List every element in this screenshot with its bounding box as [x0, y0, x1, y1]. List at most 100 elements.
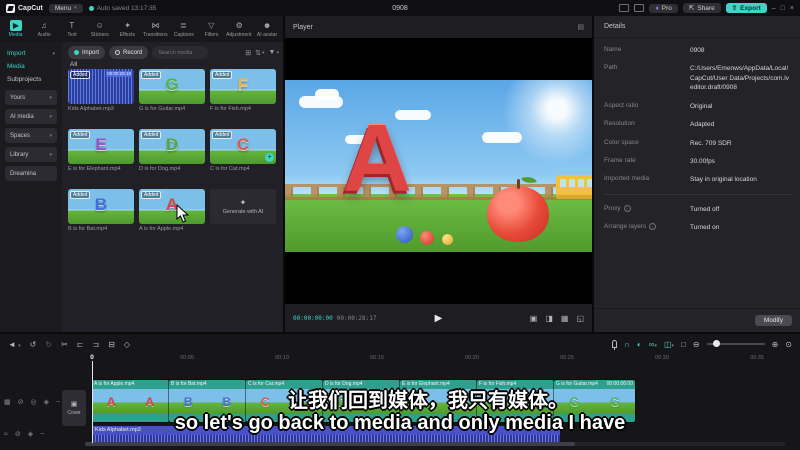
media-item-d[interactable]: D Added: [139, 129, 205, 164]
import-button[interactable]: Import: [68, 46, 106, 59]
player-controls: 00:00:00:00 00:00:28:17 ▶ ▣ ◨ ▦ ◱: [285, 304, 592, 332]
sidebar-item-import[interactable]: Import ▾: [5, 47, 57, 60]
timeline-zoom-slider[interactable]: [706, 340, 765, 347]
tab-label: Audio: [37, 32, 51, 38]
zoom-out-icon[interactable]: ⊖: [693, 340, 700, 349]
sidebar-item-dreamina[interactable]: Dreamina: [5, 166, 57, 181]
layout-preset-icon[interactable]: [634, 4, 645, 12]
tab-transitions[interactable]: ⋈ Transitions: [142, 20, 170, 38]
search-input[interactable]: [152, 46, 209, 59]
media-item-f[interactable]: F Added: [210, 69, 276, 104]
tab-filters[interactable]: ▽ Filters: [197, 20, 225, 38]
letter-thumbnail: E: [95, 135, 107, 155]
redo-button[interactable]: ↻: [45, 340, 52, 349]
tab-effects[interactable]: ✦ Effects: [114, 20, 142, 38]
tab-stickers[interactable]: ☺ Stickers: [86, 20, 114, 38]
sidebar-item-library[interactable]: Library ▾: [5, 147, 57, 162]
capcut-window: CapCut Menu ▾ Auto saved 13:17:35 0908 ♦…: [0, 0, 800, 450]
mirror-preview-icon[interactable]: ◨: [545, 314, 553, 323]
sort-dropdown[interactable]: ⇅ ▾: [255, 49, 264, 57]
tab-label: Transitions: [143, 32, 168, 38]
sidebar-item-ai-media[interactable]: AI media ▾: [5, 109, 57, 124]
play-button[interactable]: ▶: [435, 313, 443, 324]
info-icon[interactable]: i: [623, 204, 631, 212]
add-to-timeline-button[interactable]: +: [265, 153, 274, 162]
media-item-e[interactable]: E Added: [68, 129, 134, 164]
share-button[interactable]: ⇱ Share: [682, 3, 721, 13]
snapshot-icon[interactable]: ▣: [530, 314, 538, 323]
delete-left-button[interactable]: ⊏: [77, 340, 84, 349]
media-item-a[interactable]: A Added: [139, 189, 205, 224]
subtitle-line-en: so let's go back to media and only media…: [174, 412, 626, 434]
timeline-scrollbar[interactable]: [85, 442, 785, 446]
select-tool[interactable]: ◄ ▾: [8, 340, 21, 349]
menu-button[interactable]: Menu ▾: [48, 3, 83, 13]
layout-toggle-icon[interactable]: [619, 4, 630, 12]
preview-frame-icon[interactable]: □: [681, 340, 686, 349]
ai-avatar-icon: ☻: [262, 21, 272, 30]
pro-button[interactable]: ♦ Pro: [649, 3, 678, 13]
record-voiceover-icon[interactable]: [612, 340, 618, 350]
ratio-icon[interactable]: ▦: [561, 314, 569, 323]
sidebar-item-media[interactable]: Media: [5, 60, 57, 73]
minimize-button[interactable]: –: [772, 5, 776, 12]
detail-label: Imported media: [604, 175, 650, 183]
player-options-icon[interactable]: ▤: [577, 23, 584, 31]
generate-with-ai-button[interactable]: ✦ Generate with AI: [210, 189, 276, 224]
grid-view-icon[interactable]: ⊞: [245, 49, 251, 57]
tab-audio[interactable]: ♫ Audio: [30, 20, 58, 38]
sidebar-item-yours[interactable]: Yours ▾: [5, 90, 57, 105]
split-button[interactable]: ✂: [61, 340, 68, 349]
undo-button[interactable]: ↺: [30, 340, 37, 349]
sidebar-item-spaces[interactable]: Spaces ▾: [5, 128, 57, 143]
sidebar-label: AI media: [10, 113, 34, 120]
titlebar: CapCut Menu ▾ Auto saved 13:17:35 0908 ♦…: [0, 0, 800, 16]
tab-media[interactable]: ▶ Media: [2, 20, 30, 38]
fullscreen-icon[interactable]: ◱: [576, 314, 584, 323]
filter-dropdown[interactable]: ▼ ▾: [269, 49, 279, 56]
detail-row: Frame rate 30.00fps: [604, 157, 792, 166]
close-button[interactable]: ×: [790, 5, 794, 12]
media-item-name: B is for Bat.mp4: [68, 226, 108, 232]
media-item-audio[interactable]: Added 00:00:28:18: [68, 69, 134, 104]
tab-captions[interactable]: ≣ Captions: [169, 20, 197, 38]
media-icon: ▶: [9, 20, 22, 31]
zoom-in-icon[interactable]: ⊕: [772, 340, 779, 349]
auto-snap-icon[interactable]: ◐: [637, 340, 642, 349]
apple: [487, 174, 550, 242]
media-library: Import Record ⊞ ⇅ ▾ ▼ ▾ All Added 00:00:…: [62, 42, 283, 332]
media-item-b[interactable]: B Added: [68, 189, 134, 224]
media-item-g[interactable]: G Added: [139, 69, 205, 104]
export-label: Export: [740, 4, 761, 12]
timeline-adjust-icon[interactable]: ⊙: [785, 340, 792, 349]
sidebar-item-subprojects[interactable]: Subprojects: [5, 73, 57, 86]
transitions-icon: ⋈: [151, 21, 160, 30]
detail-label: Proxy i: [604, 204, 690, 214]
tab-text[interactable]: T Text: [58, 20, 86, 38]
tab-label: Adjustment: [226, 32, 252, 38]
yellow-ball: [441, 234, 453, 246]
media-item-c[interactable]: C Added +: [210, 129, 276, 164]
delete-right-button[interactable]: ⊐: [92, 340, 99, 349]
tab-ai-avatar[interactable]: ☻ AI avatar: [253, 20, 281, 38]
keyframe-button[interactable]: ◇: [124, 340, 130, 349]
tab-adjustment[interactable]: ⚙ Adjustment: [225, 20, 253, 38]
info-icon[interactable]: i: [649, 223, 657, 231]
letter-a-3d: A: [342, 105, 412, 213]
player-stage[interactable]: A: [285, 38, 592, 304]
magnet-icon[interactable]: ∩: [624, 340, 630, 349]
delete-button[interactable]: ⊟: [108, 340, 115, 349]
modify-button[interactable]: Modify: [754, 315, 792, 326]
track-mode-icon[interactable]: ◫▾: [664, 340, 674, 349]
link-icon[interactable]: ∞▾: [649, 340, 657, 349]
timeline-ruler[interactable]: 0 00:05 00:10 00:15 00:20 00:25 00:30 00…: [0, 354, 800, 364]
maximize-button[interactable]: □: [781, 5, 785, 12]
chevron-down-icon: ▾: [49, 132, 52, 139]
record-label: Record: [123, 49, 143, 56]
record-button[interactable]: Record: [109, 46, 149, 59]
detail-value: Turned off: [690, 205, 720, 213]
export-button[interactable]: ⇧ Export: [725, 3, 767, 13]
captions-icon: ≣: [180, 21, 187, 30]
timeline-panel: ◄ ▾ ↺ ↻ ✂ ⊏ ⊐ ⊟ ◇ ∩ ◐ ∞▾ ◫▾ □ ⊖ ⊕ ⊙ 0 00…: [0, 332, 800, 450]
effects-icon: ✦: [124, 21, 131, 30]
